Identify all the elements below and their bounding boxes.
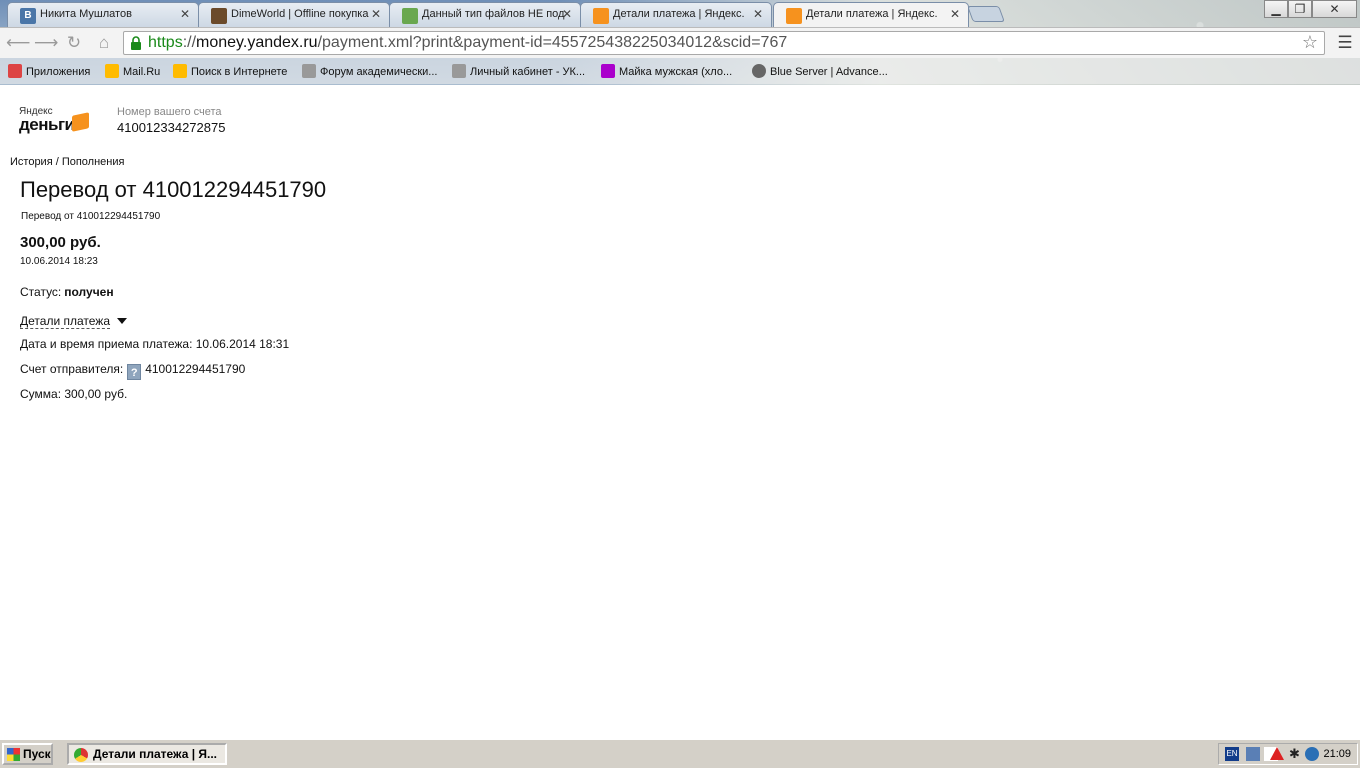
bookmark-blue-server[interactable]: Blue Server | Advance...: [752, 64, 888, 78]
shop-icon: [601, 64, 615, 78]
tab-title: Никита Мушлатов: [40, 8, 132, 20]
forward-icon[interactable]: ⟶: [34, 33, 58, 53]
apps-grid-icon: [8, 64, 22, 78]
tab-vk[interactable]: B Никита Мушлатов ✕: [7, 2, 199, 27]
bars-icon: [302, 64, 316, 78]
restore-window-button[interactable]: ❐: [1288, 0, 1312, 18]
tab-title: Детали платежа | Яндекс.: [613, 8, 745, 20]
sender-account: 410012294451790: [145, 362, 246, 376]
windows-taskbar: Пуск Детали платежа | Я... EN ✱ 21:09: [0, 738, 1360, 768]
tab-title: Детали платежа | Яндекс.: [806, 8, 938, 20]
close-tab-icon[interactable]: ✕: [950, 7, 960, 21]
warning-icon[interactable]: [1270, 747, 1284, 760]
close-tab-icon[interactable]: ✕: [753, 7, 763, 21]
page-subtitle: Перевод от 410012294451790: [21, 211, 161, 222]
url-host: money.yandex.ru: [196, 34, 318, 51]
payment-status: Статус: получен: [20, 285, 114, 299]
image-icon: [402, 8, 418, 24]
back-icon[interactable]: ⟵: [6, 33, 30, 53]
bookmark-mailru[interactable]: Mail.Ru: [105, 64, 160, 78]
close-tab-icon[interactable]: ✕: [180, 7, 190, 21]
mailru-icon: [105, 64, 119, 78]
vk-icon: B: [20, 8, 36, 24]
payment-date: 10.06.2014 18:23: [20, 256, 98, 267]
tab-title: DimeWorld | Offline покупка: [231, 8, 369, 20]
app-tray-icon[interactable]: [1305, 747, 1319, 761]
network-icon[interactable]: [1246, 747, 1260, 761]
bookmark-tshirt[interactable]: Майка мужская (хло...: [601, 64, 732, 78]
bookmark-apps[interactable]: Приложения: [8, 64, 90, 78]
status-value: получен: [64, 285, 114, 299]
payment-sum: Сумма: 300,00 руб.: [20, 387, 128, 401]
breadcrumb[interactable]: История / Пополнения: [10, 156, 124, 168]
sender-account-row: Счет отправителя:? 410012294451790: [20, 362, 245, 380]
taskbar-item-chrome[interactable]: Детали платежа | Я...: [67, 743, 227, 765]
received-datetime: Дата и время приема платежа: 10.06.2014 …: [20, 337, 290, 351]
yandex-money-icon: [593, 8, 609, 24]
start-button[interactable]: Пуск: [2, 743, 53, 765]
url-separator: ://: [182, 34, 197, 51]
dimeworld-icon: [211, 8, 227, 24]
yandex-money-logo[interactable]: Яндекс деньги: [19, 106, 89, 135]
browser-toolbar: ⟵ ⟶ ↻ ⌂ https://money.yandex.ru/payment.…: [0, 27, 1360, 58]
help-icon[interactable]: ?: [127, 364, 142, 380]
url-path: /payment.xml?print&payment-id=4557254382…: [317, 34, 788, 51]
bookmarks-bar: Приложения Mail.Ru Поиск в Интернете Фор…: [0, 58, 1360, 84]
lock-icon: [131, 36, 141, 50]
page-content: Яндекс деньги Номер вашего счета 4100123…: [0, 85, 1360, 738]
bars-icon: [452, 64, 466, 78]
payment-amount: 300,00 руб.: [20, 234, 101, 251]
tab-dimeworld[interactable]: DimeWorld | Offline покупка ✕: [198, 2, 390, 27]
bookmark-forum[interactable]: Форум академически...: [302, 64, 437, 78]
tab-file-type[interactable]: Данный тип файлов НЕ под ✕: [389, 2, 581, 27]
close-tab-icon[interactable]: ✕: [371, 7, 381, 21]
account-number: 410012334272875: [117, 120, 226, 135]
bookmark-search[interactable]: Поиск в Интернете: [173, 64, 287, 78]
status-label: Статус:: [20, 285, 62, 299]
home-icon[interactable]: ⌂: [93, 33, 115, 53]
language-indicator[interactable]: EN: [1225, 747, 1239, 761]
url-scheme: https: [148, 34, 183, 51]
account-label: Номер вашего счета: [117, 106, 222, 118]
reload-icon[interactable]: ↻: [63, 33, 85, 53]
tab-payment-details[interactable]: Детали платежа | Яндекс. ✕: [580, 2, 772, 27]
yandex-money-icon: [786, 8, 802, 24]
clock: 21:09: [1323, 748, 1351, 760]
tab-strip: B Никита Мушлатов ✕ DimeWorld | Offline …: [0, 0, 1360, 28]
chevron-down-icon[interactable]: [117, 318, 127, 324]
bookmark-star-icon[interactable]: ☆: [1302, 32, 1318, 53]
chrome-icon: [74, 748, 88, 762]
menu-icon[interactable]: ☰: [1334, 33, 1356, 53]
page-title: Перевод от 410012294451790: [20, 177, 327, 202]
windows-logo-icon: [7, 748, 20, 761]
tab-title: Данный тип файлов НЕ под: [422, 8, 565, 20]
server-icon: [752, 64, 766, 78]
new-tab-button[interactable]: [967, 6, 1005, 22]
payment-details-link[interactable]: Детали платежа: [20, 314, 110, 329]
browser-chrome: B Никита Мушлатов ✕ DimeWorld | Offline …: [0, 0, 1360, 85]
tab-payment-details-active[interactable]: Детали платежа | Яндекс. ✕: [773, 2, 969, 28]
sender-label: Счет отправителя:: [20, 362, 124, 376]
minimize-window-button[interactable]: ▁: [1264, 0, 1288, 18]
close-tab-icon[interactable]: ✕: [562, 7, 572, 21]
address-bar[interactable]: https://money.yandex.ru/payment.xml?prin…: [123, 31, 1325, 55]
bookmark-cabinet[interactable]: Личный кабинет - УК...: [452, 64, 585, 78]
system-tray: EN ✱ 21:09: [1218, 743, 1358, 765]
search-at-icon: [173, 64, 187, 78]
tools-icon[interactable]: ✱: [1289, 747, 1303, 761]
close-window-button[interactable]: ✕: [1312, 0, 1357, 18]
wallet-icon: [72, 112, 89, 132]
